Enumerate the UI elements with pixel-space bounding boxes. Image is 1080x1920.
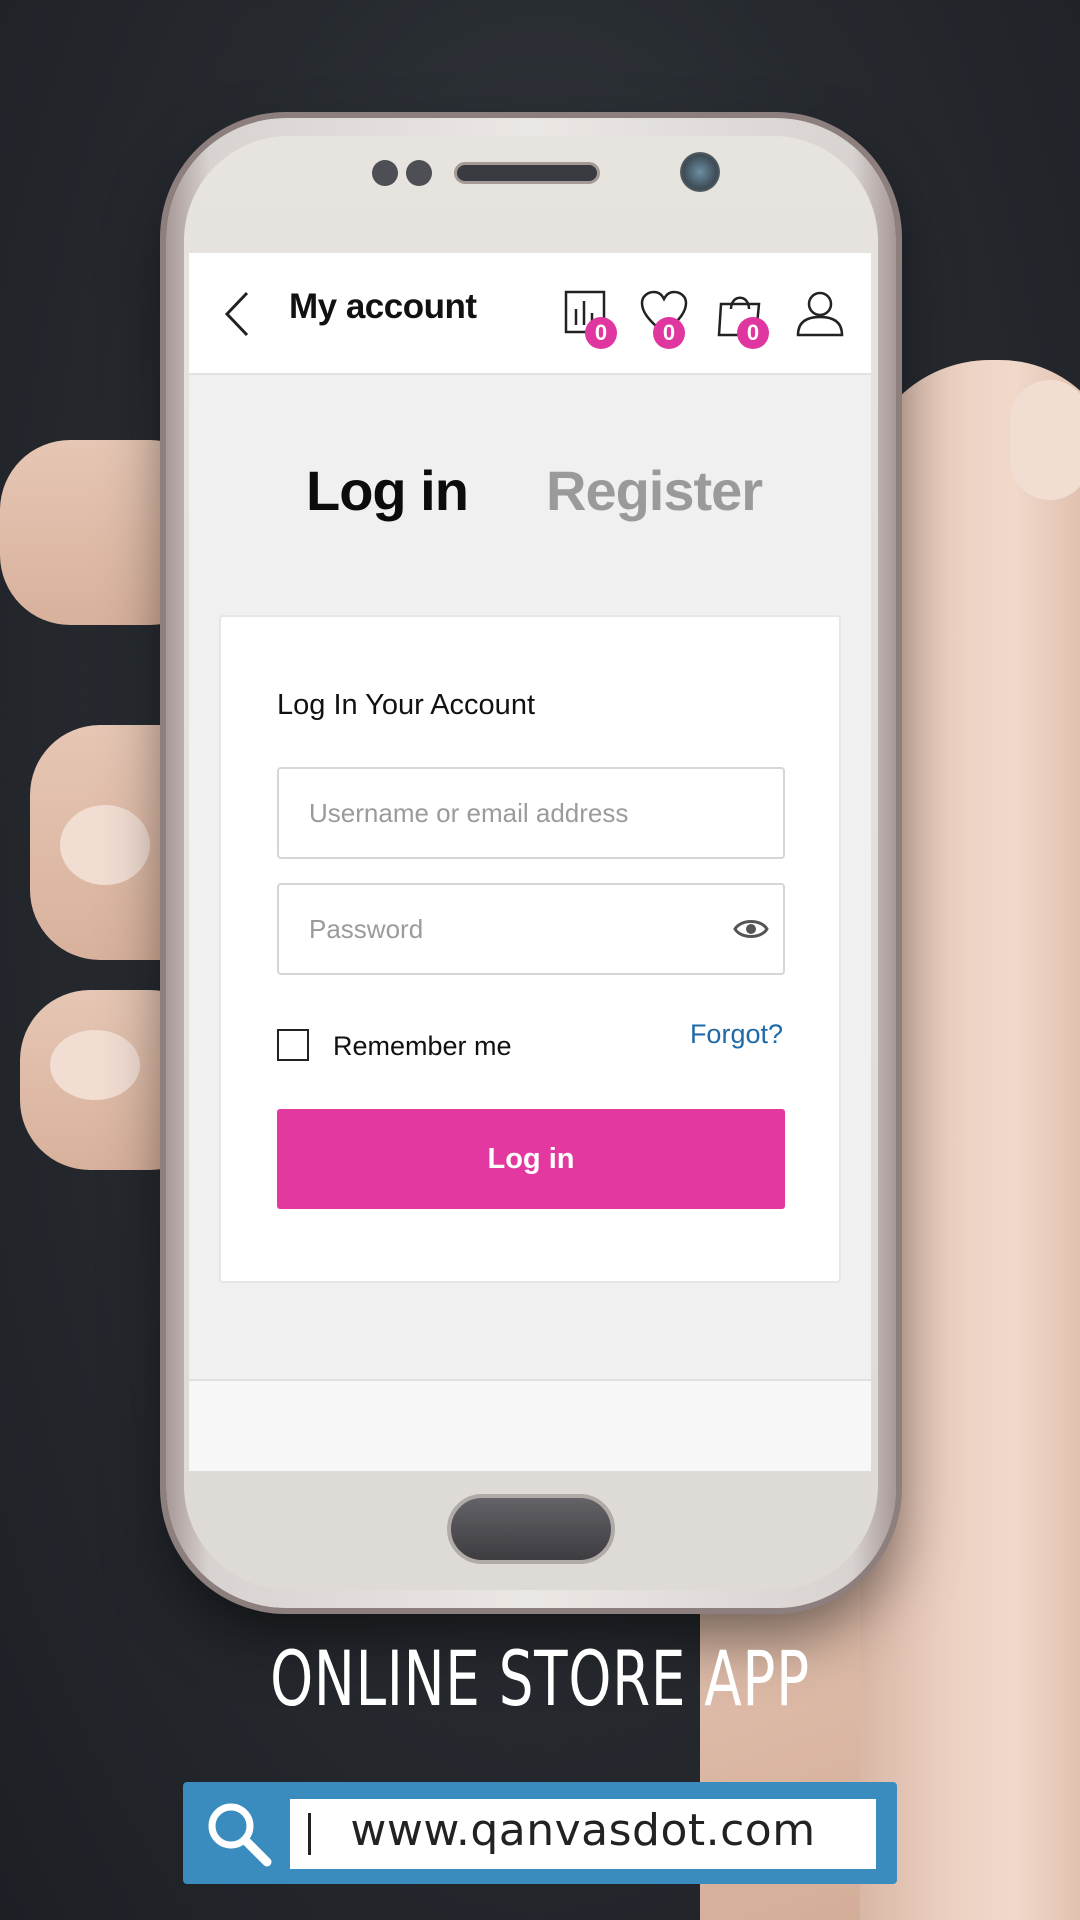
password-input[interactable] (309, 885, 709, 973)
website-url: www.qanvasdot.com (350, 1805, 816, 1856)
login-card: Log In Your Account Remember me Forgot? … (219, 615, 841, 1283)
remember-me-label: Remember me (333, 1031, 512, 1061)
speaker-grille (454, 162, 600, 184)
page-title: My account (289, 287, 477, 326)
username-input[interactable] (309, 769, 709, 857)
username-field (277, 767, 785, 859)
user-icon[interactable] (795, 289, 845, 339)
password-field (277, 883, 785, 975)
home-button[interactable] (447, 1494, 615, 1564)
screen-footer (189, 1379, 871, 1471)
sensor-icon (406, 160, 432, 186)
login-button[interactable]: Log in (277, 1109, 785, 1209)
wishlist-count-badge: 0 (653, 317, 685, 349)
tab-login[interactable]: Log in (306, 458, 469, 523)
app-screen: My account 0 0 0 Log in Register Log In … (189, 253, 871, 1471)
front-camera-icon (680, 152, 720, 192)
forgot-password-link[interactable]: Forgot? (690, 1019, 783, 1050)
app-header: My account 0 0 0 (189, 253, 871, 375)
compare-count-badge: 0 (585, 317, 617, 349)
sensor-icon (372, 160, 398, 186)
search-icon (208, 1803, 272, 1867)
search-input[interactable]: www.qanvasdot.com (290, 1799, 876, 1869)
login-card-title: Log In Your Account (277, 689, 535, 721)
search-bar: www.qanvasdot.com (183, 1782, 897, 1884)
back-arrow-icon[interactable] (219, 289, 259, 339)
remember-me-checkbox[interactable] (277, 1029, 309, 1061)
cart-count-badge: 0 (737, 317, 769, 349)
eye-icon[interactable] (733, 915, 769, 943)
auth-tabs: Log in Register (189, 458, 871, 538)
promo-title: ONLINE STORE APP (270, 1634, 810, 1723)
tab-register[interactable]: Register (546, 458, 763, 523)
